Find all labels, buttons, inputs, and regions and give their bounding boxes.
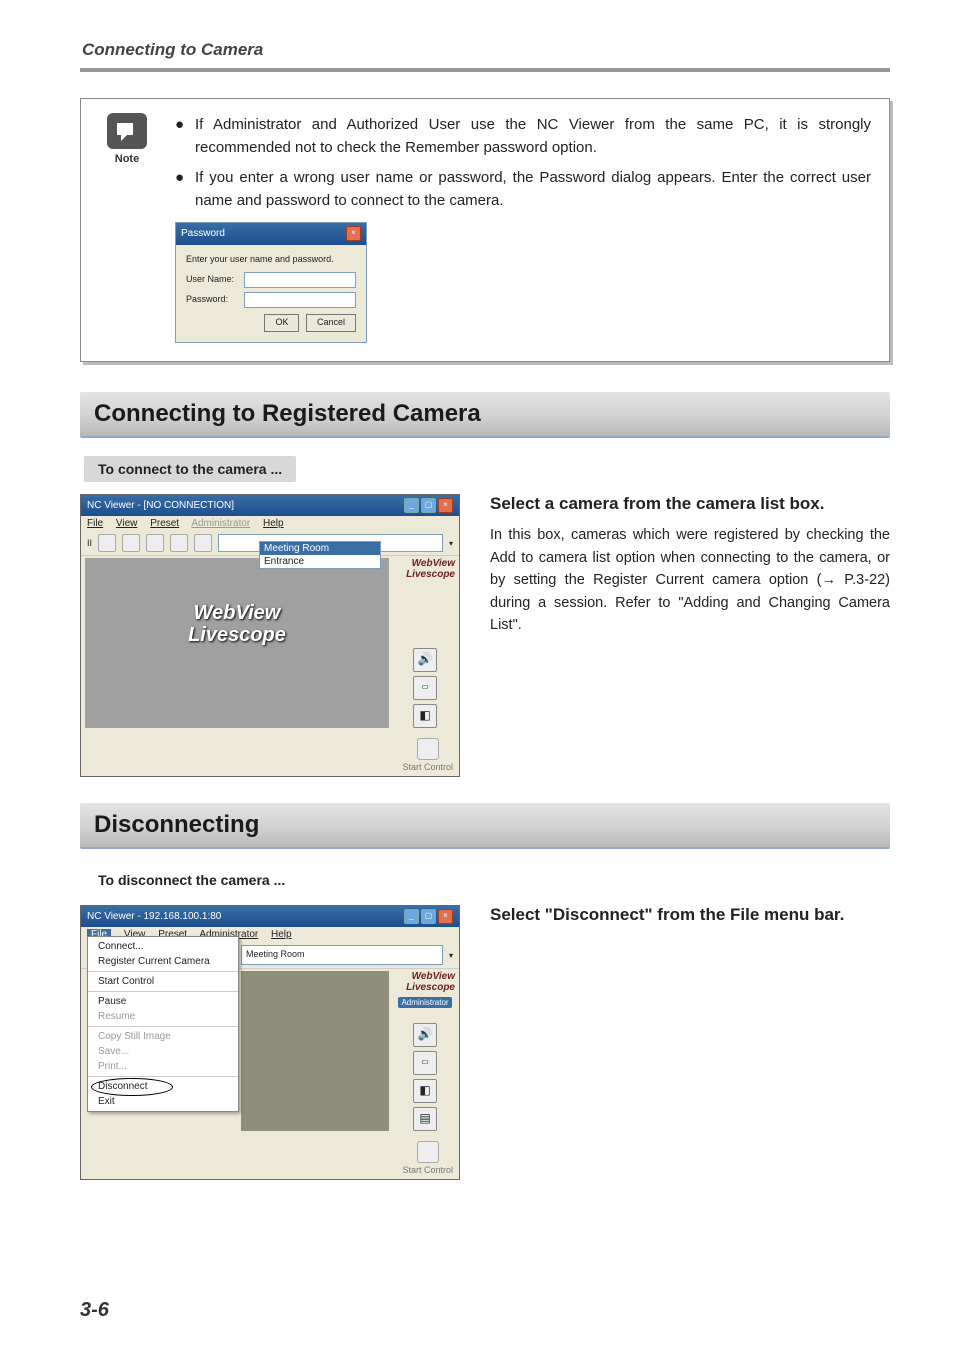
cancel-button[interactable]: Cancel <box>306 314 356 332</box>
minimize-icon[interactable]: _ <box>404 498 419 513</box>
page: COPY Connecting to Camera Note ● If Admi… <box>0 0 954 1352</box>
password-label: Password: <box>186 293 238 307</box>
brand-webview: WebView <box>194 602 281 624</box>
note-bullet: ● If you enter a wrong user name or pass… <box>175 166 871 213</box>
menu-item-resume: Resume <box>88 1009 238 1024</box>
preset-icon[interactable]: ▤ <box>413 1107 437 1131</box>
menu-item-disconnect[interactable]: Disconnect <box>88 1079 238 1094</box>
side-brand: WebView Livescope <box>395 971 455 993</box>
start-control-icon[interactable] <box>417 1141 439 1163</box>
start-control-icon[interactable] <box>417 738 439 760</box>
menu-administrator[interactable]: Administrator <box>191 518 250 529</box>
menu-item-pause[interactable]: Pause <box>88 994 238 1009</box>
close-icon[interactable]: × <box>438 498 453 513</box>
password-input[interactable] <box>244 292 356 308</box>
note-bullet: ● If Administrator and Authorized User u… <box>175 113 871 160</box>
screenshot-nc-viewer-connected: NC Viewer - 192.168.100.1:80 _ ▢ × File … <box>80 905 460 1180</box>
toolbar-icon[interactable] <box>122 534 140 552</box>
menu-item-register[interactable]: Register Current Camera <box>88 954 238 969</box>
password-dialog-prompt: Enter your user name and password. <box>186 253 356 267</box>
toolbar-icon[interactable] <box>170 534 188 552</box>
ok-button[interactable]: OK <box>264 314 299 332</box>
menu-item-exit[interactable]: Exit <box>88 1094 238 1109</box>
toolbar-icon[interactable] <box>146 534 164 552</box>
video-panel: WebView Livescope <box>85 558 389 728</box>
menu-bar: File View Preset Administrator Help <box>81 516 459 531</box>
window-title: NC Viewer - [NO CONNECTION] <box>87 500 234 511</box>
close-icon[interactable]: × <box>438 909 453 924</box>
menu-help[interactable]: Help <box>271 929 292 940</box>
menu-item-start-control[interactable]: Start Control <box>88 974 238 989</box>
screenshot-nc-viewer-noconn: NC Viewer - [NO CONNECTION] _ ▢ × File V… <box>80 494 460 777</box>
menu-item-save: Save... <box>88 1044 238 1059</box>
slider-icon[interactable]: ▭ <box>413 676 437 700</box>
menu-item-connect[interactable]: Connect... <box>88 939 238 954</box>
speaker-icon[interactable]: 🔊 <box>413 648 437 672</box>
password-dialog: Password × Enter your user name and pass… <box>175 222 367 343</box>
start-control-label: Start Control <box>402 1165 453 1175</box>
page-number: 3-6 <box>80 1299 109 1322</box>
menu-file[interactable]: File <box>87 518 103 529</box>
side-brand: WebView Livescope <box>395 558 455 580</box>
section-heading-disconnecting: Disconnecting <box>80 803 890 849</box>
speaker-icon[interactable]: 🔊 <box>413 1023 437 1047</box>
note-label: Note <box>99 153 155 165</box>
note-icon <box>107 113 147 149</box>
running-header: Connecting to Camera <box>82 40 890 60</box>
note-bullet-text: If Administrator and Authorized User use… <box>195 113 871 160</box>
ptz-icon[interactable]: ◧ <box>413 704 437 728</box>
toolbar-icon[interactable] <box>98 534 116 552</box>
camera-option-meeting-room[interactable]: Meeting Room <box>260 542 380 555</box>
instruction-heading: Select a camera from the camera list box… <box>490 494 890 514</box>
close-icon[interactable]: × <box>346 226 361 241</box>
section-heading-connecting: Connecting to Registered Camera <box>80 392 890 438</box>
menu-help[interactable]: Help <box>263 518 284 529</box>
video-panel <box>241 971 389 1131</box>
menu-item-print: Print... <box>88 1059 238 1074</box>
instruction-text: In this box, cameras which were register… <box>490 524 890 636</box>
maximize-icon[interactable]: ▢ <box>421 498 436 513</box>
maximize-icon[interactable]: ▢ <box>421 909 436 924</box>
slider-icon[interactable]: ▭ <box>413 1051 437 1075</box>
menu-item-copy-still: Copy Still Image <box>88 1029 238 1044</box>
start-control-label: Start Control <box>402 762 453 772</box>
note-callout: Note ● If Administrator and Authorized U… <box>80 98 890 362</box>
sub-heading-disconnect: To disconnect the camera ... <box>84 867 299 893</box>
toolbar-icon[interactable] <box>194 534 212 552</box>
camera-option-entrance[interactable]: Entrance <box>260 555 380 568</box>
minimize-icon[interactable]: _ <box>404 909 419 924</box>
menu-preset[interactable]: Preset <box>150 518 179 529</box>
note-bullet-text: If you enter a wrong user name or passwo… <box>195 166 871 213</box>
password-dialog-title: Password <box>181 226 225 242</box>
ptz-icon[interactable]: ◧ <box>413 1079 437 1103</box>
sub-heading-connect: To connect to the camera ... <box>84 456 296 482</box>
annotation-ellipse <box>91 1078 173 1096</box>
camera-list-dropdown[interactable]: Meeting Room <box>241 945 443 965</box>
header-rule <box>80 68 890 72</box>
instruction-heading: Select "Disconnect" from the File menu b… <box>490 905 890 925</box>
user-name-label: User Name: <box>186 273 238 287</box>
file-menu-popup: Connect... Register Current Camera Start… <box>87 936 239 1112</box>
window-title: NC Viewer - 192.168.100.1:80 <box>87 911 221 922</box>
camera-list-options: Meeting Room Entrance <box>259 541 381 569</box>
brand-livescope: Livescope <box>188 624 286 646</box>
menu-view[interactable]: View <box>116 518 138 529</box>
administrator-badge: Administrator <box>398 997 451 1008</box>
user-name-input[interactable] <box>244 272 356 288</box>
